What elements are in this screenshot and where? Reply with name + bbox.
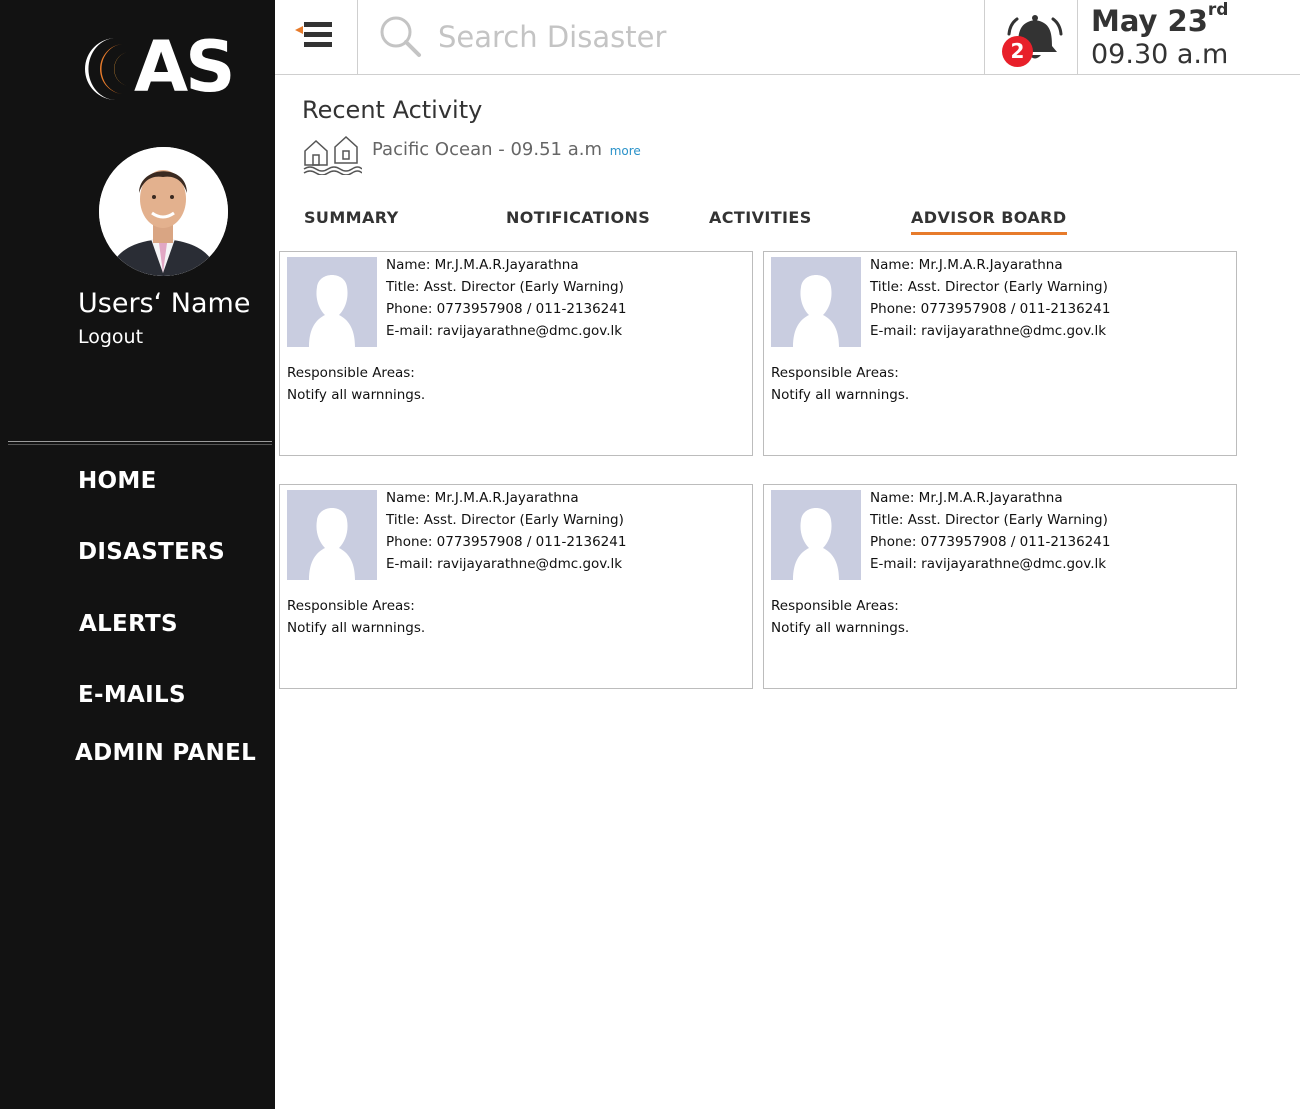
tab-activities[interactable]: ACTIVITIES — [709, 208, 812, 232]
advisor-phone: Phone: 0773957908 / 011-2136241 — [386, 301, 627, 317]
recent-activity-text: Pacific Ocean - 09.51 a.m — [372, 139, 602, 160]
search-icon[interactable] — [378, 14, 424, 60]
areas-label: Responsible Areas: — [287, 598, 415, 614]
advisor-name: Name: Mr.J.M.A.R.Jayarathna — [870, 257, 1063, 273]
advisor-email: E-mail: ravijayarathne@dmc.gov.lk — [870, 556, 1107, 572]
advisor-phone: Phone: 0773957908 / 011-2136241 — [870, 301, 1111, 317]
logout-link[interactable]: Logout — [78, 326, 143, 348]
areas-value: Notify all warnnings. — [287, 387, 426, 403]
areas-label: Responsible Areas: — [771, 598, 899, 614]
top-bar: 2 May 23rd 09.30 a.m — [275, 0, 1300, 75]
areas-label: Responsible Areas: — [771, 365, 899, 381]
advisor-info: Name: Mr.J.M.A.R.Jayarathna Title: Asst.… — [870, 487, 1110, 575]
advisor-email: E-mail: ravijayarathne@dmc.gov.lk — [386, 323, 623, 339]
profile-placeholder-icon — [287, 490, 377, 580]
advisor-areas: Responsible Areas: Notify all warnnings. — [771, 362, 909, 406]
areas-value: Notify all warnnings. — [771, 387, 910, 403]
nav-item-alerts[interactable]: ALERTS — [79, 611, 178, 637]
sidebar-divider — [8, 441, 272, 445]
nav-item-emails[interactable]: E-MAILS — [78, 682, 186, 708]
profile-placeholder-icon — [771, 490, 861, 580]
tab-notifications[interactable]: NOTIFICATIONS — [506, 208, 650, 232]
profile-placeholder-icon — [771, 257, 861, 347]
user-name: Users‘ Name — [78, 288, 251, 319]
advisor-title: Title: Asst. Director (Early Warning) — [386, 512, 624, 528]
advisor-phone: Phone: 0773957908 / 011-2136241 — [870, 534, 1111, 550]
nav-item-admin-panel[interactable]: ADMIN PANEL — [75, 740, 256, 766]
logo-text: AS — [134, 26, 236, 108]
flood-houses-icon — [303, 135, 362, 175]
areas-label: Responsible Areas: — [287, 365, 415, 381]
current-date: May 23rd — [1091, 0, 1228, 38]
areas-value: Notify all warnnings. — [771, 620, 910, 636]
hamburger-icon — [295, 22, 332, 47]
advisor-info: Name: Mr.J.M.A.R.Jayarathna Title: Asst.… — [386, 487, 626, 575]
advisor-name: Name: Mr.J.M.A.R.Jayarathna — [386, 257, 579, 273]
menu-toggle-button[interactable] — [275, 0, 358, 74]
search-bar — [358, 0, 985, 74]
app-logo[interactable]: AS — [76, 26, 251, 108]
advisor-title: Title: Asst. Director (Early Warning) — [386, 279, 624, 295]
profile-placeholder-icon — [287, 257, 377, 347]
advisor-email: E-mail: ravijayarathne@dmc.gov.lk — [870, 323, 1107, 339]
nav-item-home[interactable]: HOME — [78, 468, 157, 494]
tab-summary[interactable]: SUMMARY — [304, 208, 399, 232]
notifications-button[interactable]: 2 — [984, 0, 1078, 74]
avatar[interactable] — [99, 147, 228, 276]
advisor-name: Name: Mr.J.M.A.R.Jayarathna — [870, 490, 1063, 506]
advisor-title: Title: Asst. Director (Early Warning) — [870, 512, 1108, 528]
advisor-areas: Responsible Areas: Notify all warnnings. — [287, 362, 425, 406]
advisor-card[interactable]: Name: Mr.J.M.A.R.Jayarathna Title: Asst.… — [763, 251, 1237, 456]
advisor-email: E-mail: ravijayarathne@dmc.gov.lk — [386, 556, 623, 572]
advisor-areas: Responsible Areas: Notify all warnnings. — [771, 595, 909, 639]
advisor-card[interactable]: Name: Mr.J.M.A.R.Jayarathna Title: Asst.… — [279, 484, 753, 689]
advisor-info: Name: Mr.J.M.A.R.Jayarathna Title: Asst.… — [386, 254, 626, 342]
advisor-card[interactable]: Name: Mr.J.M.A.R.Jayarathna Title: Asst.… — [279, 251, 753, 456]
nav-item-disasters[interactable]: DISASTERS — [78, 539, 225, 565]
recent-activity-item: Pacific Ocean - 09.51 a.m more — [372, 139, 641, 160]
date-main: May 23 — [1091, 4, 1208, 38]
more-link[interactable]: more — [610, 144, 641, 158]
advisor-phone: Phone: 0773957908 / 011-2136241 — [386, 534, 627, 550]
areas-value: Notify all warnnings. — [287, 620, 426, 636]
advisor-name: Name: Mr.J.M.A.R.Jayarathna — [386, 490, 579, 506]
sidebar: AS Users‘ Name Logout HOME DISASTERS ALE… — [0, 0, 275, 1109]
current-time: 09.30 a.m — [1091, 39, 1229, 70]
search-input[interactable] — [438, 14, 958, 60]
notification-count-badge: 2 — [1002, 36, 1033, 67]
advisor-title: Title: Asst. Director (Early Warning) — [870, 279, 1108, 295]
date-suffix: rd — [1207, 0, 1229, 20]
advisor-card[interactable]: Name: Mr.J.M.A.R.Jayarathna Title: Asst.… — [763, 484, 1237, 689]
recent-activity-title: Recent Activity — [302, 96, 483, 124]
user-photo — [99, 147, 228, 276]
tab-advisor-board[interactable]: ADVISOR BOARD — [911, 208, 1067, 235]
advisor-areas: Responsible Areas: Notify all warnnings. — [287, 595, 425, 639]
bell-icon — [1007, 15, 1063, 59]
advisor-info: Name: Mr.J.M.A.R.Jayarathna Title: Asst.… — [870, 254, 1110, 342]
